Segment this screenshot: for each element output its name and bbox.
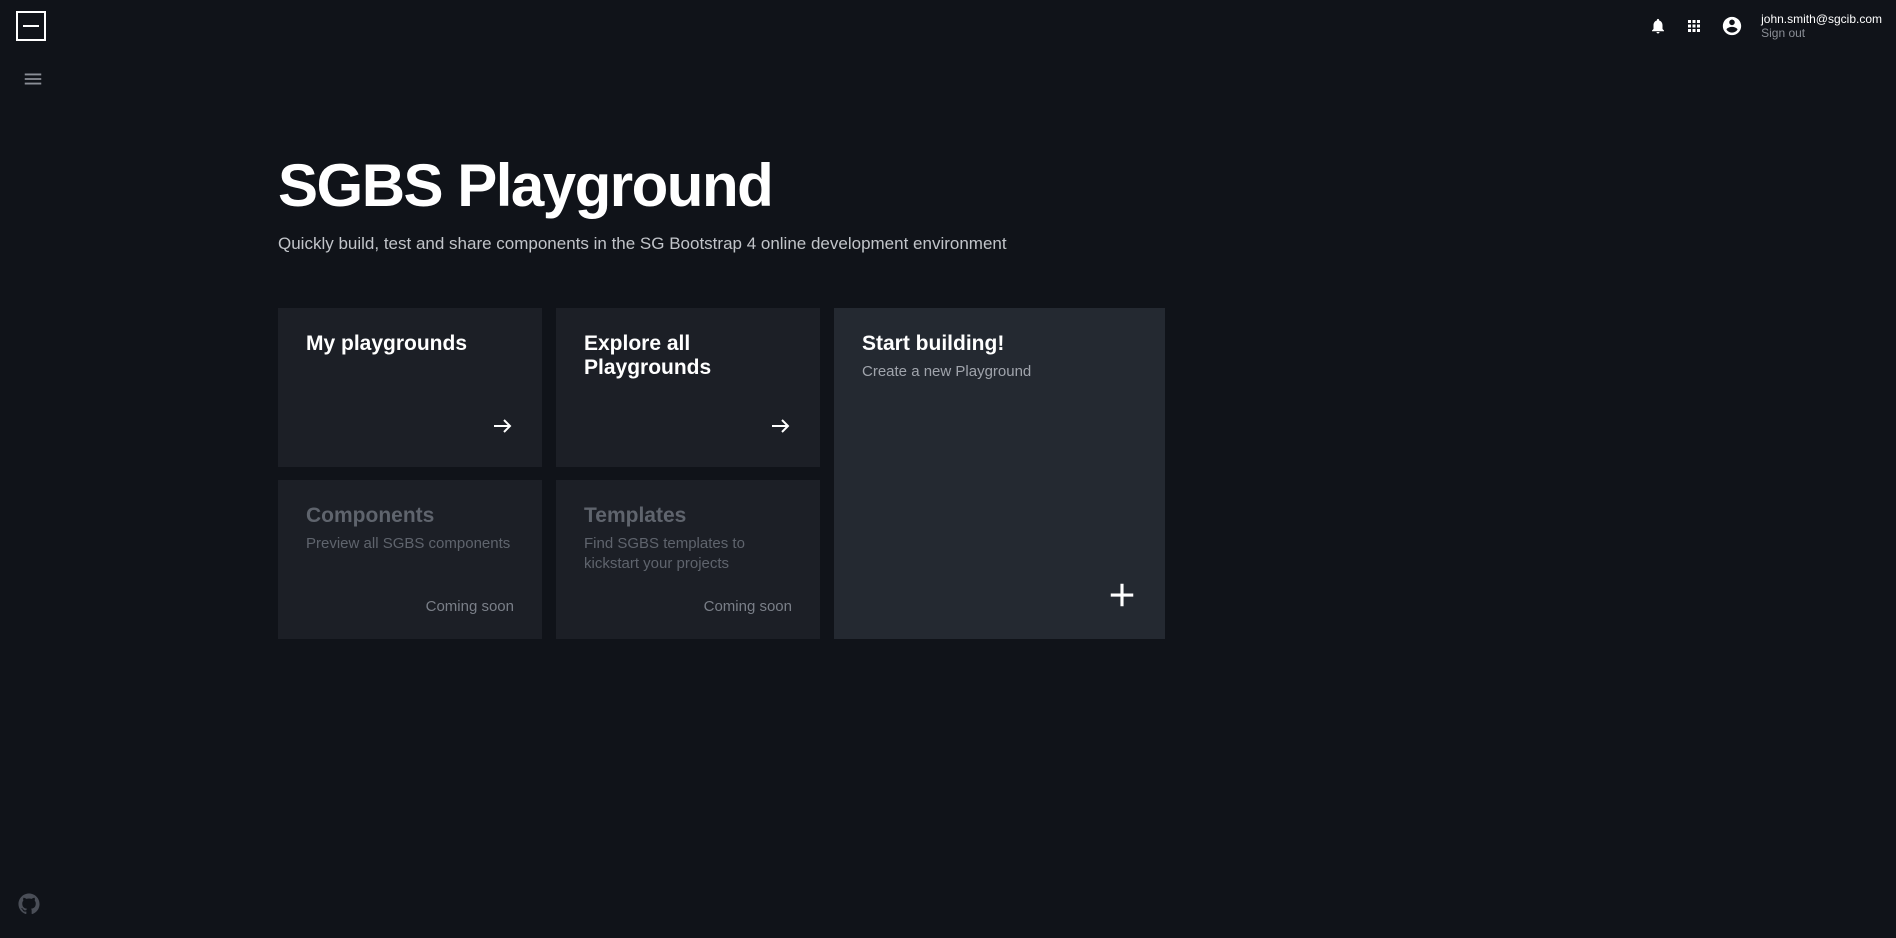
card-title: Components xyxy=(306,504,514,528)
cards-row-2: Components Preview all SGBS components C… xyxy=(278,480,820,639)
card-start-building[interactable]: Start building! Create a new Playground xyxy=(834,308,1165,639)
bell-icon[interactable] xyxy=(1649,17,1667,35)
topbar: john.smith@sgcib.com Sign out xyxy=(0,0,1896,52)
card-title: Explore all Playgrounds xyxy=(584,332,792,380)
account-circle-icon[interactable] xyxy=(1721,15,1743,37)
coming-soon-label: Coming soon xyxy=(426,598,514,615)
topbar-icons xyxy=(1649,15,1743,37)
plus-icon xyxy=(1107,580,1137,615)
cards-left-column: My playgrounds Explore all Playgrounds xyxy=(278,308,820,639)
secondary-row xyxy=(0,52,1896,111)
card-my-playgrounds[interactable]: My playgrounds xyxy=(278,308,542,467)
cards-area: My playgrounds Explore all Playgrounds xyxy=(278,308,1896,639)
main-content: SGBS Playground Quickly build, test and … xyxy=(0,111,1896,639)
card-footer xyxy=(862,580,1137,615)
coming-soon-label: Coming soon xyxy=(704,598,792,615)
card-templates: Templates Find SGBS templates to kicksta… xyxy=(556,480,820,639)
arrow-right-icon xyxy=(768,414,792,443)
user-email: john.smith@sgcib.com xyxy=(1761,12,1882,26)
card-title: My playgrounds xyxy=(306,332,514,356)
card-components: Components Preview all SGBS components C… xyxy=(278,480,542,639)
github-icon[interactable] xyxy=(18,893,40,920)
apps-grid-icon[interactable] xyxy=(1685,17,1703,35)
logo[interactable] xyxy=(16,11,46,41)
card-desc: Find SGBS templates to kickstart your pr… xyxy=(584,534,792,575)
card-desc: Create a new Playground xyxy=(862,362,1137,382)
arrow-right-icon xyxy=(490,414,514,443)
card-footer xyxy=(306,414,514,443)
card-desc: Preview all SGBS components xyxy=(306,534,514,554)
card-explore[interactable]: Explore all Playgrounds xyxy=(556,308,820,467)
hamburger-menu-icon[interactable] xyxy=(22,68,44,95)
card-title: Templates xyxy=(584,504,792,528)
page-title: SGBS Playground xyxy=(278,151,1896,220)
user-block: john.smith@sgcib.com Sign out xyxy=(1761,12,1882,41)
sign-out-link[interactable]: Sign out xyxy=(1761,26,1882,40)
card-title: Start building! xyxy=(862,332,1137,356)
logo-inner xyxy=(23,25,39,27)
card-footer: Coming soon xyxy=(584,598,792,615)
card-footer xyxy=(584,414,792,443)
page-subtitle: Quickly build, test and share components… xyxy=(278,234,1896,254)
topbar-right: john.smith@sgcib.com Sign out xyxy=(1649,12,1882,41)
card-footer: Coming soon xyxy=(306,598,514,615)
cards-row-1: My playgrounds Explore all Playgrounds xyxy=(278,308,820,467)
